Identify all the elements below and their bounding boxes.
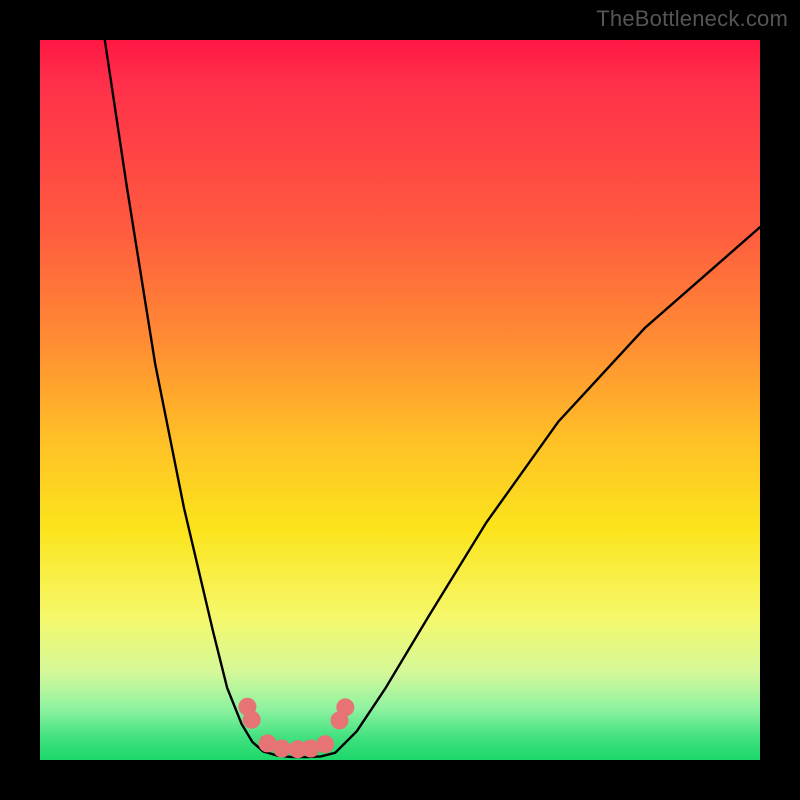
attribution-text: TheBottleneck.com <box>596 6 788 32</box>
curve-layer <box>40 40 760 760</box>
bottleneck-curve <box>105 40 760 757</box>
chart-frame: TheBottleneck.com <box>0 0 800 800</box>
plot-area <box>40 40 760 760</box>
threshold-dots <box>238 698 354 759</box>
